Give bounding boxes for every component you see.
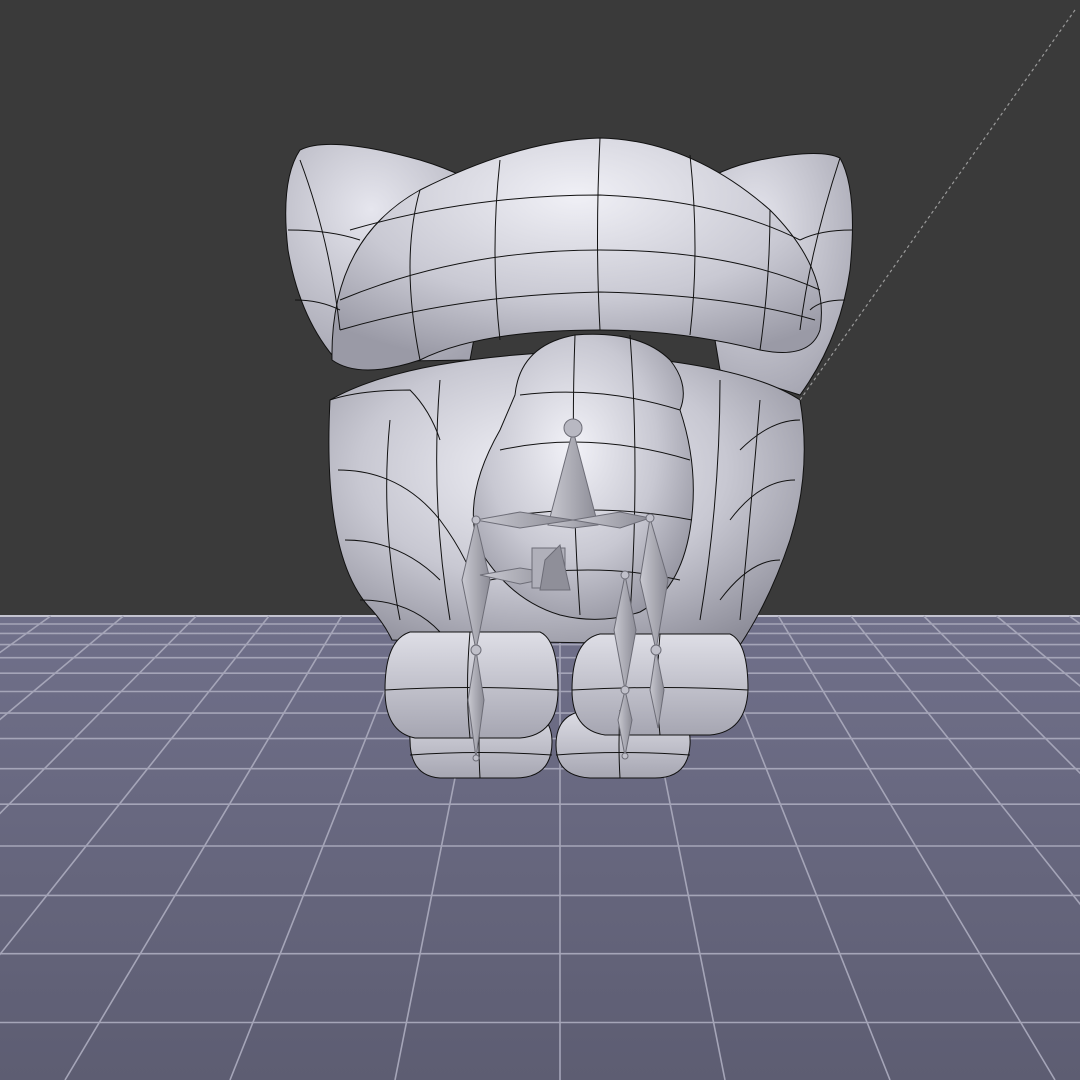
joint-right-knee[interactable] <box>650 644 662 656</box>
3d-viewport[interactable] <box>0 0 1080 1080</box>
joint-left-shoulder[interactable] <box>471 515 481 525</box>
joint-right-shoulder[interactable] <box>645 513 655 523</box>
bone-head-joint[interactable] <box>563 418 583 438</box>
joint-left-knee[interactable] <box>470 644 482 656</box>
joint-back-right-hip[interactable] <box>620 570 630 580</box>
joint-back-right-knee[interactable] <box>620 685 630 695</box>
viewport-canvas[interactable] <box>0 0 1080 1080</box>
joint-left-foot[interactable] <box>472 754 480 762</box>
joint-right-foot[interactable] <box>621 752 629 760</box>
